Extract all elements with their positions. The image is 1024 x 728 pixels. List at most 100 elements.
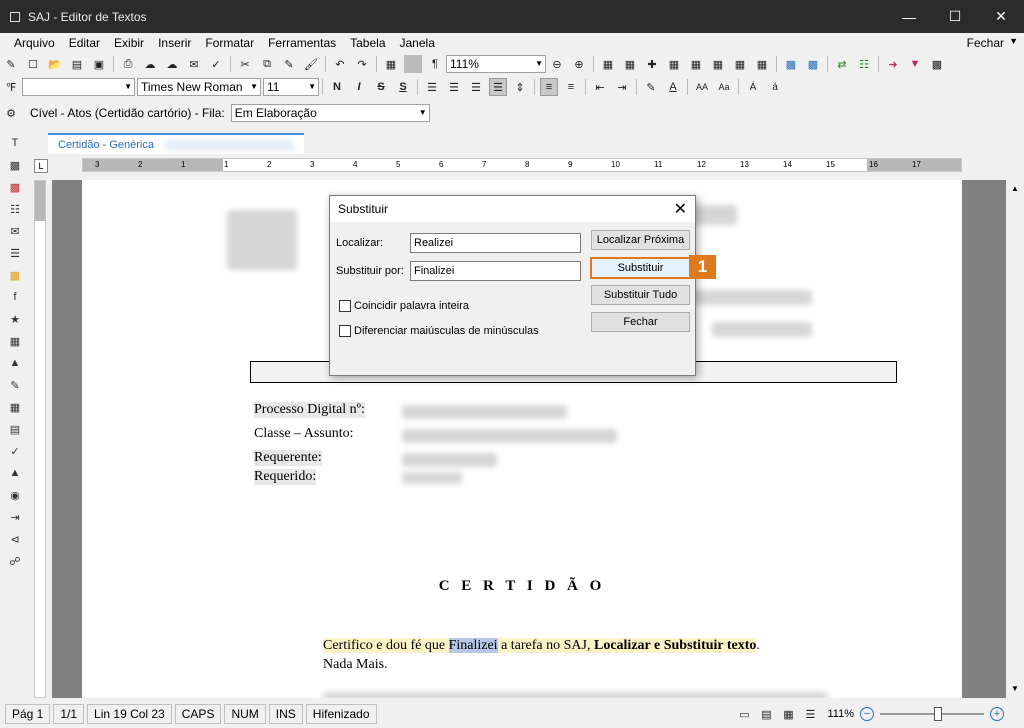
- close-icon[interactable]: ✕: [978, 0, 1024, 33]
- zoom-out-icon[interactable]: ⊖: [548, 55, 566, 73]
- pilcrow-icon[interactable]: ¶: [426, 55, 444, 73]
- copy-icon[interactable]: ⧉: [258, 55, 276, 73]
- formula-icon[interactable]: f: [6, 288, 24, 306]
- template-icon[interactable]: ▤: [68, 55, 86, 73]
- uppercase-icon[interactable]: AA: [693, 78, 711, 96]
- comment-icon[interactable]: ✉: [6, 222, 24, 240]
- bullet-list-icon[interactable]: ≡: [540, 78, 558, 96]
- insert-cols-icon[interactable]: ▦: [687, 55, 705, 73]
- zoom-slider-thumb[interactable]: [934, 707, 942, 721]
- report-icon[interactable]: ▤: [6, 420, 24, 438]
- link-icon[interactable]: ⇄: [833, 55, 851, 73]
- signature-icon[interactable]: ✎: [6, 376, 24, 394]
- minimize-icon[interactable]: —: [886, 0, 932, 33]
- calendar-icon[interactable]: ▦: [6, 398, 24, 416]
- undo-icon[interactable]: ↶: [331, 55, 349, 73]
- italic-button[interactable]: I: [350, 78, 368, 96]
- menu-tabela[interactable]: Tabela: [343, 36, 392, 50]
- cut-icon[interactable]: ✂: [236, 55, 254, 73]
- tab-stop-selector[interactable]: L: [34, 159, 48, 173]
- outline-icon[interactable]: ☰: [801, 705, 819, 723]
- font-size-combo[interactable]: 11 ▼: [263, 78, 319, 96]
- layout-two-icon[interactable]: ▩: [804, 55, 822, 73]
- stamp-icon[interactable]: ▲: [6, 354, 24, 372]
- certidao-paragraph[interactable]: Certifico e dou fé que Finalizei a taref…: [323, 636, 824, 674]
- mail-icon[interactable]: ✉: [185, 55, 203, 73]
- web-layout-icon[interactable]: ▦: [779, 705, 797, 723]
- single-page-icon[interactable]: ▭: [735, 705, 753, 723]
- menu-janela[interactable]: Janela: [393, 36, 442, 50]
- vertical-scrollbar[interactable]: ▲ ▼: [1006, 180, 1024, 698]
- text-format-icon[interactable]: T: [6, 134, 24, 152]
- decrease-indent-icon[interactable]: ⇤: [591, 78, 609, 96]
- cross-icon[interactable]: ✚: [643, 55, 661, 73]
- close-icon[interactable]: ✕: [674, 199, 687, 219]
- field-icon[interactable]: ▩: [6, 156, 24, 174]
- lock-icon[interactable]: ▲: [6, 464, 24, 482]
- more-options-icon[interactable]: ▩: [928, 55, 946, 73]
- zoom-out-button[interactable]: −: [860, 707, 874, 721]
- queue-combo[interactable]: Em Elaboração ▼: [230, 104, 430, 122]
- new-document-icon[interactable]: ✎: [2, 55, 20, 73]
- tab-certidao-generica[interactable]: Certidão - Genérica: [48, 133, 304, 154]
- replace-input[interactable]: Finalizei: [410, 261, 581, 281]
- list-icon[interactable]: ☰: [6, 244, 24, 262]
- open-folder-icon[interactable]: 📂: [46, 55, 64, 73]
- scroll-up-icon[interactable]: ▲: [1006, 180, 1024, 198]
- strike-button[interactable]: S: [372, 78, 390, 96]
- chevron-down-icon[interactable]: ▼: [1009, 36, 1018, 46]
- print-icon[interactable]: ⎙: [119, 55, 137, 73]
- table-grid-icon[interactable]: ▦: [621, 55, 639, 73]
- filter-icon[interactable]: ▼: [906, 55, 924, 73]
- font-color-icon[interactable]: A: [664, 78, 682, 96]
- format-painter-icon[interactable]: 🖌: [302, 55, 320, 73]
- style-icon[interactable]: ℉: [2, 78, 20, 96]
- insert-field-icon[interactable]: ▩: [6, 178, 24, 196]
- lowercase-icon[interactable]: Aa: [715, 78, 733, 96]
- close-document-button[interactable]: Fechar: [967, 36, 1004, 50]
- zoom-in-icon[interactable]: ⊕: [570, 55, 588, 73]
- align-center-icon[interactable]: ☰: [445, 78, 463, 96]
- menu-formatar[interactable]: Formatar: [198, 36, 261, 50]
- insert-icon[interactable]: ☍: [6, 552, 24, 570]
- match-case-checkbox[interactable]: [339, 325, 351, 337]
- insert-rows-icon[interactable]: ▦: [665, 55, 683, 73]
- find-next-button[interactable]: Localizar Próxima: [591, 230, 690, 250]
- whole-word-checkbox[interactable]: [339, 300, 351, 312]
- highlight-icon[interactable]: ✎: [642, 78, 660, 96]
- workflow-icon[interactable]: ⚙: [2, 104, 20, 122]
- menu-exibir[interactable]: Exibir: [107, 36, 151, 50]
- menu-arquivo[interactable]: Arquivo: [7, 36, 62, 50]
- grid-icon[interactable]: ▦: [599, 55, 617, 73]
- zoom-slider[interactable]: [880, 707, 984, 721]
- print-layout-icon[interactable]: ▤: [757, 705, 775, 723]
- tree-icon[interactable]: ☷: [855, 55, 873, 73]
- split-cells-icon[interactable]: ▦: [731, 55, 749, 73]
- menu-editar[interactable]: Editar: [62, 36, 107, 50]
- maximize-icon[interactable]: ☐: [932, 0, 978, 33]
- replace-all-button[interactable]: Substituir Tudo: [591, 285, 690, 305]
- share-icon[interactable]: ⊲: [6, 530, 24, 548]
- bold-button[interactable]: N: [328, 78, 346, 96]
- save-icon[interactable]: ▣: [90, 55, 108, 73]
- print-preview-icon[interactable]: ☁: [141, 55, 159, 73]
- send-icon[interactable]: ☁: [163, 55, 181, 73]
- folder-icon[interactable]: ▩: [6, 266, 24, 284]
- justify-icon[interactable]: ☰: [489, 78, 507, 96]
- shrink-font-icon[interactable]: á: [766, 78, 784, 96]
- align-right-icon[interactable]: ☰: [467, 78, 485, 96]
- font-combo[interactable]: Times New Roman ▼: [137, 78, 261, 96]
- zoom-combo[interactable]: 111% ▼: [446, 55, 546, 73]
- delete-cells-icon[interactable]: ▦: [753, 55, 771, 73]
- style-combo[interactable]: ▼: [22, 78, 135, 96]
- zoom-in-button[interactable]: +: [990, 707, 1004, 721]
- table-icon[interactable]: ▦: [382, 55, 400, 73]
- align-left-icon[interactable]: ☰: [423, 78, 441, 96]
- paste-icon[interactable]: ✎: [280, 55, 298, 73]
- columns-icon[interactable]: ▦: [6, 332, 24, 350]
- redo-icon[interactable]: ↷: [353, 55, 371, 73]
- replace-button[interactable]: Substituir: [590, 257, 691, 279]
- exit-icon[interactable]: ⇥: [6, 508, 24, 526]
- document-search-icon[interactable]: ☷: [6, 200, 24, 218]
- award-icon[interactable]: ★: [6, 310, 24, 328]
